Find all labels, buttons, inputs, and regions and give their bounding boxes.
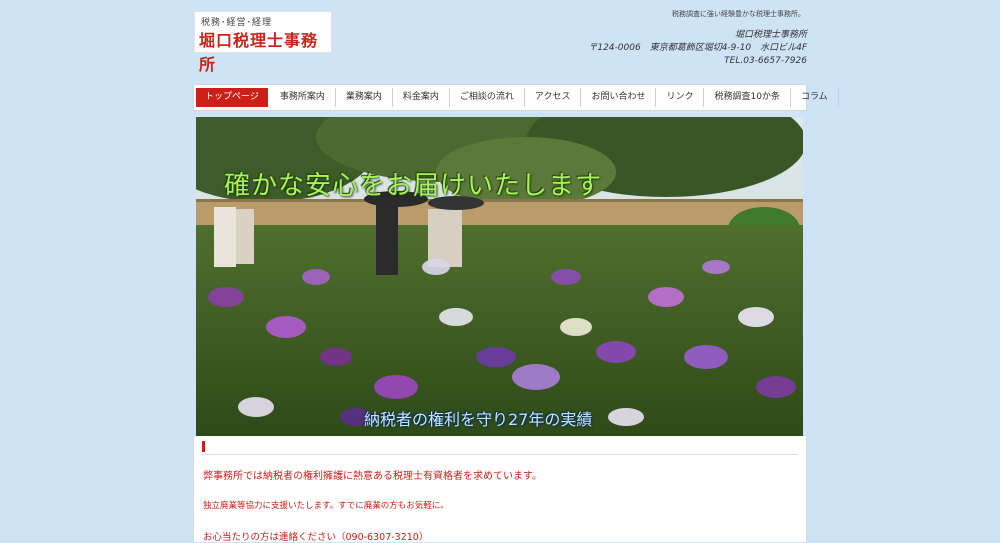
office-address: 堀口税理士事務所 〒124-0006 東京都葛飾区堀切4-9-10 水口ビル4F…: [588, 29, 807, 68]
hero-caption: 納税者の権利を守り27年の実績: [364, 410, 593, 429]
nav-item-access[interactable]: アクセス: [525, 88, 582, 107]
site-tagline: 税務調査に強い経験豊かな税理士事務所。: [672, 10, 805, 18]
nav-item-flow[interactable]: ご相談の流れ: [450, 88, 525, 107]
nav-item-audit-rules[interactable]: 税務調査10か条: [704, 88, 791, 107]
main-nav: トップページ 事務所案内 業務案内 料金案内 ご相談の流れ アクセス お問い合わ…: [193, 84, 839, 111]
nav-item-fees[interactable]: 料金案内: [393, 88, 450, 107]
nav-item-office[interactable]: 事務所案内: [270, 88, 336, 107]
page-wrapper: 税務･経営･経理 堀口税理士事務所 税務調査に強い経験豊かな税理士事務所。 堀口…: [193, 0, 839, 543]
logo-title: 堀口税理士事務所: [199, 31, 319, 74]
support-message: 独立廃業等協力に支援いたします。すでに廃業の方もお気軽に。: [203, 501, 449, 511]
nav-item-services[interactable]: 業務案内: [336, 88, 393, 107]
contact-message: お心当たりの方は連絡ください（090-6307-3210）: [203, 532, 429, 543]
section-marker: [202, 441, 205, 452]
nav-item-contact[interactable]: お問い合わせ: [581, 88, 657, 107]
section-divider: [202, 454, 798, 455]
site-logo[interactable]: 税務･経営･経理 堀口税理士事務所: [194, 11, 332, 74]
hero-banner: 確かな安心をお届けいたします 納税者の権利を守り27年の実績: [196, 117, 803, 436]
office-name: 堀口税理士事務所: [734, 30, 807, 40]
nav-item-links[interactable]: リンク: [656, 88, 705, 107]
hero-title: 確かな安心をお届けいたします: [224, 171, 603, 201]
nav-item-column[interactable]: コラム: [791, 88, 839, 107]
office-postal: 〒124-0006 東京都葛飾区堀切4-9-10 水口ビル4F: [588, 43, 807, 53]
main-content: 弊事務所では納税者の権利擁護に熱意ある税理士有資格者を求めています。 独立廃業等…: [193, 436, 807, 543]
office-tel: TEL.03-6657-7926: [724, 56, 807, 66]
recruit-message: 弊事務所では納税者の権利擁護に熱意ある税理士有資格者を求めています。: [203, 471, 542, 482]
nav-item-top[interactable]: トップページ: [196, 88, 268, 107]
